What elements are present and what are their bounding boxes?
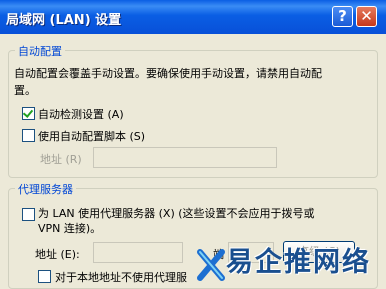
close-icon: ✕ — [360, 7, 373, 25]
bypass-local-label[interactable]: 对于本地地址不使用代理服 — [55, 269, 187, 285]
close-button[interactable]: ✕ — [356, 6, 377, 27]
help-button[interactable]: ? — [332, 6, 353, 27]
use-proxy-checkbox[interactable] — [22, 208, 35, 221]
watermark-text: 易企推网络 — [226, 247, 371, 278]
bypass-local-checkbox[interactable] — [38, 270, 51, 283]
auto-config-legend: 自动配置 — [15, 43, 65, 59]
auto-detect-checkbox[interactable] — [22, 107, 35, 120]
watermark: 易企推网络 — [196, 238, 386, 289]
use-script-checkbox[interactable] — [22, 129, 35, 142]
title-bar: 局域网 (LAN) 设置 ? ✕ — [0, 0, 386, 34]
use-script-label[interactable]: 使用自动配置脚本 (S) — [38, 128, 145, 144]
watermark-logo-icon — [197, 249, 225, 281]
auto-detect-label[interactable]: 自动检测设置 (A) — [38, 106, 124, 122]
auto-config-description-line1: 自动配置会覆盖手动设置。要确保使用手动设置，请禁用自动配 — [14, 67, 322, 80]
use-proxy-label-line2: VPN 连接)。 — [38, 222, 102, 235]
use-proxy-label-line1[interactable]: 为 LAN 使用代理服务器 (X) (这些设置不会应用于拨号或 — [38, 205, 315, 221]
help-icon: ? — [338, 7, 347, 25]
proxy-legend: 代理服务器 — [15, 181, 76, 197]
proxy-address-input[interactable] — [93, 242, 183, 263]
window-title: 局域网 (LAN) 设置 — [6, 13, 122, 28]
checkmark-icon — [22, 107, 34, 118]
script-address-label: 地址 (R) — [40, 153, 82, 166]
auto-config-description-line2: 置。 — [14, 84, 36, 97]
script-address-input[interactable] — [93, 147, 277, 168]
proxy-address-label: 地址 (E): — [35, 248, 80, 261]
